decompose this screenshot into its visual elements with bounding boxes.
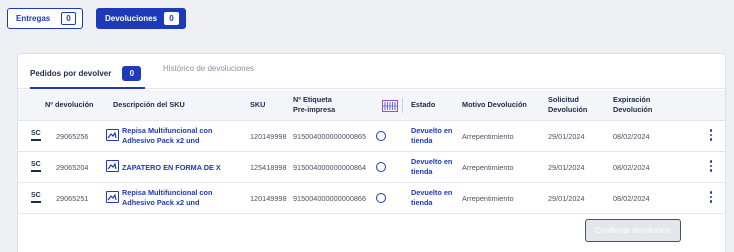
sc-logo-text: SC bbox=[31, 130, 41, 137]
cell-etiqueta: 915004000000000865 bbox=[293, 132, 367, 141]
cell-estado-line2: tienda bbox=[411, 136, 433, 145]
header-solicitud-line2: Devolución bbox=[548, 105, 588, 114]
tab-pedidos-por-devolver-count: 0 bbox=[122, 66, 142, 81]
table-row: SC 29065256 Repisa Multifuncional con Ad… bbox=[18, 121, 725, 152]
header-etiqueta-line1: Nº Etiqueta bbox=[293, 95, 332, 104]
table-row: SC 29065251 Repisa Multifuncional con Ad… bbox=[18, 183, 725, 214]
cell-motivo: Arrepentimiento bbox=[462, 132, 514, 141]
subtabs-bar: Pedidos por devolver 0 Histórico de devo… bbox=[18, 54, 725, 89]
header-motivo: Motivo Devolución bbox=[462, 100, 527, 109]
tab-entregas-label: Entregas bbox=[16, 14, 51, 23]
cell-expiracion: 08/02/2024 bbox=[613, 132, 650, 141]
sc-logo-text: SC bbox=[31, 161, 41, 168]
tab-devoluciones[interactable]: Devoluciones 0 bbox=[96, 8, 186, 29]
cell-estado-line1: Devuelto en bbox=[411, 126, 453, 135]
cell-estado-line1: Devuelto en bbox=[411, 188, 453, 197]
cell-descripcion-line1: Repisa Multifuncional con bbox=[122, 126, 213, 135]
cell-estado-line2: tienda bbox=[411, 167, 433, 176]
kebab-menu-icon[interactable] bbox=[709, 160, 713, 174]
kebab-menu-icon[interactable] bbox=[709, 129, 713, 143]
cell-motivo: Arrepentimiento bbox=[462, 163, 514, 172]
kebab-menu-icon[interactable] bbox=[709, 191, 713, 205]
header-expiracion: Expiración Devolución bbox=[613, 95, 652, 115]
tab-devoluciones-label: Devoluciones bbox=[105, 14, 158, 23]
header-divider bbox=[402, 98, 403, 113]
cell-estado-line1: Devuelto en bbox=[411, 157, 453, 166]
tab-entregas[interactable]: Entregas 0 bbox=[7, 8, 83, 29]
cell-estado: Devuelto en tienda bbox=[411, 157, 452, 177]
image-icon bbox=[106, 191, 119, 203]
cell-expiracion: 08/02/2024 bbox=[613, 163, 650, 172]
image-icon bbox=[106, 160, 119, 172]
cell-descripcion-line2: Adhesivo Pack x2 und bbox=[122, 136, 200, 145]
cell-solicitud: 29/01/2024 bbox=[548, 163, 585, 172]
cell-sku: 120149998 bbox=[250, 194, 287, 203]
cell-descripcion-line1: ZAPATERO EN FORMA DE X bbox=[122, 163, 221, 172]
tab-entregas-count: 0 bbox=[61, 12, 76, 25]
sc-logo-text: SC bbox=[31, 192, 41, 199]
cell-descripcion-link[interactable]: Repisa Multifuncional con Adhesivo Pack … bbox=[122, 126, 212, 146]
header-etiqueta-line2: Pre-impresa bbox=[293, 105, 336, 114]
header-etiqueta: Nº Etiqueta Pre-impresa bbox=[293, 95, 335, 115]
header-expiracion-line2: Devolución bbox=[613, 105, 653, 114]
cell-motivo: Arrepentimiento bbox=[462, 194, 514, 203]
image-icon bbox=[106, 129, 119, 141]
header-solicitud-line1: Solicitud bbox=[548, 95, 579, 104]
cell-descripcion-line1: Repisa Multifuncional con bbox=[122, 188, 213, 197]
cell-etiqueta: 915004000000000864 bbox=[293, 163, 367, 172]
header-expiracion-line1: Expiración bbox=[613, 95, 651, 104]
cell-estado: Devuelto en tienda bbox=[411, 188, 452, 208]
cell-estado-line2: tienda bbox=[411, 198, 433, 207]
cell-solicitud: 29/01/2024 bbox=[548, 194, 585, 203]
header-descripcion: Descripción del SKU bbox=[113, 100, 185, 109]
check-circle-icon bbox=[376, 131, 386, 141]
confirm-return-button[interactable]: Confirmar devolución bbox=[585, 219, 681, 242]
header-sku: SKU bbox=[250, 100, 266, 109]
cell-etiqueta: 915004000000000866 bbox=[293, 194, 367, 203]
check-circle-icon bbox=[376, 193, 386, 203]
table-header: Nº devolución Descripción del SKU SKU Nº… bbox=[18, 90, 725, 121]
sc-logo-icon: SC bbox=[31, 192, 41, 203]
header-estado: Estado bbox=[411, 100, 436, 109]
cell-solicitud: 29/01/2024 bbox=[548, 132, 585, 141]
cell-estado: Devuelto en tienda bbox=[411, 126, 452, 146]
cell-descripcion-line2: Adhesivo Pack x2 und bbox=[122, 198, 200, 207]
barcode-grid-icon[interactable] bbox=[382, 99, 398, 112]
cell-devolucion: 29065256 bbox=[56, 132, 89, 141]
cell-expiracion: 08/02/2024 bbox=[613, 194, 650, 203]
cell-descripcion-link[interactable]: Repisa Multifuncional con Adhesivo Pack … bbox=[122, 188, 212, 208]
header-devolucion: Nº devolución bbox=[45, 100, 94, 109]
header-solicitud: Solicitud Devolución bbox=[548, 95, 587, 115]
tab-pedidos-por-devolver-label: Pedidos por devolver bbox=[30, 69, 112, 78]
cell-descripcion-link[interactable]: ZAPATERO EN FORMA DE X bbox=[122, 163, 221, 173]
cell-devolucion: 29065251 bbox=[56, 194, 89, 203]
cell-sku: 120149998 bbox=[250, 132, 287, 141]
sc-logo-icon: SC bbox=[31, 130, 41, 141]
tab-pedidos-por-devolver[interactable]: Pedidos por devolver 0 bbox=[30, 60, 146, 89]
table-row: SC 29065204 ZAPATERO EN FORMA DE X 12541… bbox=[18, 152, 725, 183]
check-circle-icon bbox=[376, 162, 386, 172]
tab-devoluciones-count: 0 bbox=[164, 12, 179, 25]
tab-historico-devoluciones[interactable]: Histórico de devoluciones bbox=[163, 64, 254, 73]
sc-logo-icon: SC bbox=[31, 161, 41, 172]
cell-sku: 125418998 bbox=[250, 163, 287, 172]
cell-devolucion: 29065204 bbox=[56, 163, 89, 172]
returns-card: Pedidos por devolver 0 Histórico de devo… bbox=[17, 53, 726, 252]
